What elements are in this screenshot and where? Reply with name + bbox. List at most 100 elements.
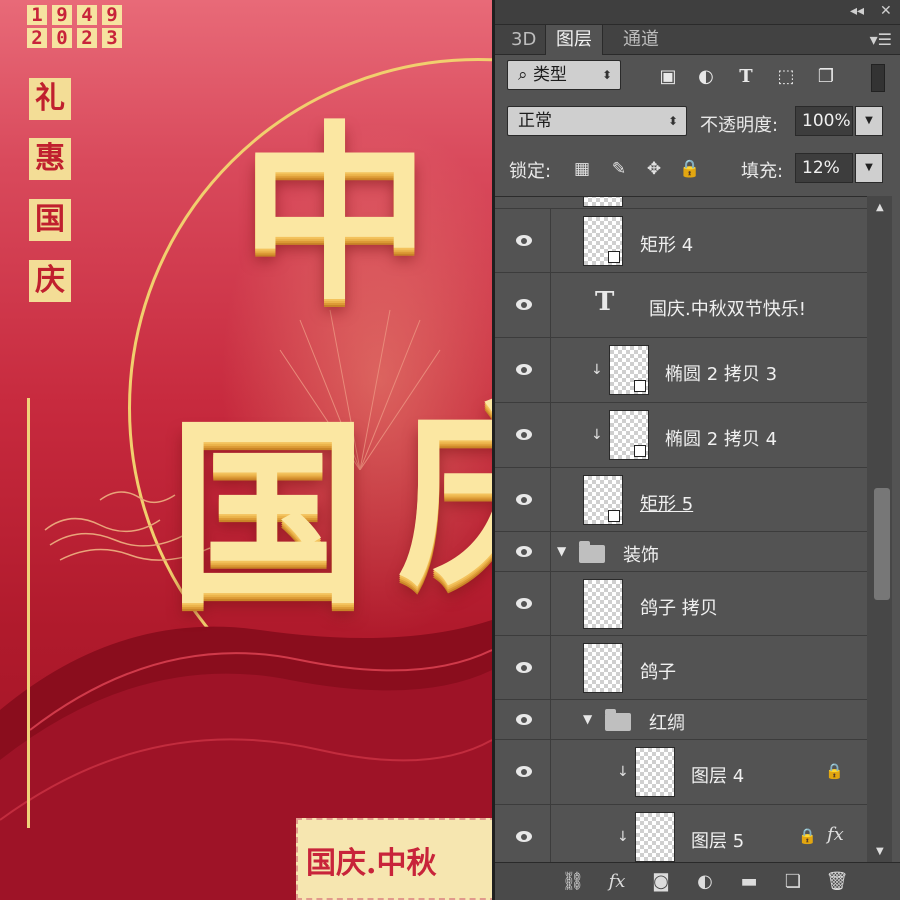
layer-name: 图层 5 [691,831,745,852]
group-name: 装饰 [623,545,659,566]
filter-toggle[interactable] [871,64,885,92]
year-2023: 2023 [27,28,129,48]
bottom-banner-text: 国庆.中秋 [306,846,437,881]
year-digit: 2 [27,28,47,48]
updown-icon: ⬍ [667,114,678,128]
scrollbar-thumb[interactable] [874,488,890,600]
layer-row[interactable]: ↓ 图层 5 🔒 fx [495,805,868,862]
lock-image-brush-icon[interactable]: ✎ [608,158,630,180]
filter-type-dropdown[interactable]: ⌕ 类型 ⬍ [507,60,621,90]
opacity-dropdown-arrow[interactable]: ▼ [855,106,883,136]
layer-thumbnail [609,410,649,460]
panel-tabs: 3D 图层 通道 ▾☰ [495,25,900,55]
new-group-folder-icon[interactable]: ▬ [737,871,761,893]
group-row[interactable]: ▼ 红绸 [495,700,868,740]
eye-column-divider [550,338,551,403]
add-mask-icon[interactable]: ◙ [649,871,673,893]
pixel-filter-icon[interactable]: ▣ [657,66,679,88]
vertical-char-3: 国 [29,199,71,241]
adjustment-filter-icon[interactable]: ◐ [695,66,717,88]
lock-position-move-icon[interactable]: ✥ [643,158,665,180]
tab-channels[interactable]: 通道 [613,25,669,55]
visibility-eye-icon[interactable] [514,493,536,507]
layer-row-partial[interactable] [495,197,868,209]
year-digit: 9 [102,5,122,25]
vertical-char-2: 惠 [29,138,71,180]
visibility-eye-icon[interactable] [514,713,536,727]
visibility-eye-icon[interactable] [514,830,536,844]
filter-type-value: 类型 [532,65,567,85]
layer-lock-icon: 🔒 [825,762,844,780]
scroll-up-arrow-icon[interactable]: ▲ [876,202,884,213]
shape-filter-icon[interactable]: ⬚ [775,66,797,88]
eye-column-divider [550,700,551,740]
layer-row[interactable]: 矩形 4 [495,209,868,273]
layer-row[interactable]: 鸽子 [495,636,868,700]
visibility-eye-icon[interactable] [514,363,536,377]
visibility-eye-icon[interactable] [514,234,536,248]
fill-dropdown-arrow[interactable]: ▼ [855,153,883,183]
tab-3d[interactable]: 3D [501,25,546,55]
expand-triangle-icon[interactable]: ▼ [557,544,566,558]
tab-layers[interactable]: 图层 [545,25,603,55]
smart-object-filter-icon[interactable]: ❐ [815,66,837,88]
layer-row[interactable]: 矩形 5 [495,468,868,532]
lock-all-icon[interactable]: 🔒 [679,158,701,180]
visibility-eye-icon[interactable] [514,428,536,442]
eye-column-divider [550,273,551,338]
year-digit: 2 [77,28,97,48]
layer-name: 矩形 4 [640,235,694,256]
add-fx-icon[interactable]: fx [605,871,629,893]
layer-name: 国庆.中秋双节快乐! [649,299,806,320]
layer-thumbnail [635,812,675,862]
panel-menu-icon[interactable]: ▾☰ [870,30,892,49]
visibility-eye-icon[interactable] [514,661,536,675]
layers-list[interactable]: 矩形 4 T 国庆.中秋双节快乐! ↓ 椭圆 2 拷贝 3 ↓ 椭圆 2 拷贝 … [495,196,868,862]
scroll-down-arrow-icon[interactable]: ▼ [876,846,884,857]
year-1949: 1949 [27,5,129,25]
fill-input[interactable]: 12% [795,153,853,183]
layer-effects-fx-icon[interactable]: fx [827,824,844,845]
delete-trash-icon[interactable]: 🗑 [825,871,849,893]
layer-name: 矩形 5 [640,494,694,515]
expand-triangle-icon[interactable]: ▼ [583,712,592,726]
big-char-guo: 国 [168,397,369,632]
layer-row[interactable]: T 国庆.中秋双节快乐! [495,273,868,338]
blend-mode-dropdown[interactable]: 正常 ⬍ [507,106,687,136]
year-digit: 9 [52,5,72,25]
shape-thumbnail-icon [634,445,646,457]
layer-lock-icon: 🔒 [798,827,817,845]
layer-row[interactable]: ↓ 椭圆 2 拷贝 3 [495,338,868,403]
close-icon[interactable]: ✕ [880,3,892,19]
opacity-label: 不透明度: [700,115,779,136]
vertical-char-4: 庆 [29,260,71,302]
panel-titlebar: ◂◂ ✕ [495,0,900,25]
lock-transparent-icon[interactable]: ▦ [571,158,593,180]
layer-name: 鸽子 拷贝 [640,598,718,619]
link-layers-icon[interactable]: ⛓ [561,871,585,893]
document-canvas[interactable]: 1949 2023 礼 惠 国 庆 中 国 庆 国庆.中秋 [0,0,492,900]
layer-row[interactable]: ↓ 图层 4 🔒 [495,740,868,805]
vertical-char-1: 礼 [29,78,71,120]
eye-column-divider [550,636,551,700]
layer-thumbnail [635,747,675,797]
layer-thumbnail [583,475,623,525]
group-name: 红绸 [649,713,685,734]
opacity-input[interactable]: 100% [795,106,853,136]
eye-column-divider [550,805,551,862]
group-row[interactable]: ▼ 装饰 [495,532,868,572]
layer-name: 鸽子 [640,662,676,683]
layer-row[interactable]: ↓ 椭圆 2 拷贝 4 [495,403,868,468]
type-filter-icon[interactable]: T [735,66,757,88]
eye-column-divider [550,740,551,805]
visibility-eye-icon[interactable] [514,765,536,779]
new-layer-icon[interactable]: ❏ [781,871,805,893]
layer-row[interactable]: 鸽子 拷贝 [495,572,868,636]
big-char-zhong: 中 [240,103,431,326]
visibility-eye-icon[interactable] [514,545,536,559]
new-adjustment-icon[interactable]: ◐ [693,871,717,893]
visibility-eye-icon[interactable] [514,597,536,611]
visibility-eye-icon[interactable] [514,298,536,312]
collapse-icon[interactable]: ◂◂ [850,3,864,19]
clipping-mask-icon: ↓ [591,427,603,443]
